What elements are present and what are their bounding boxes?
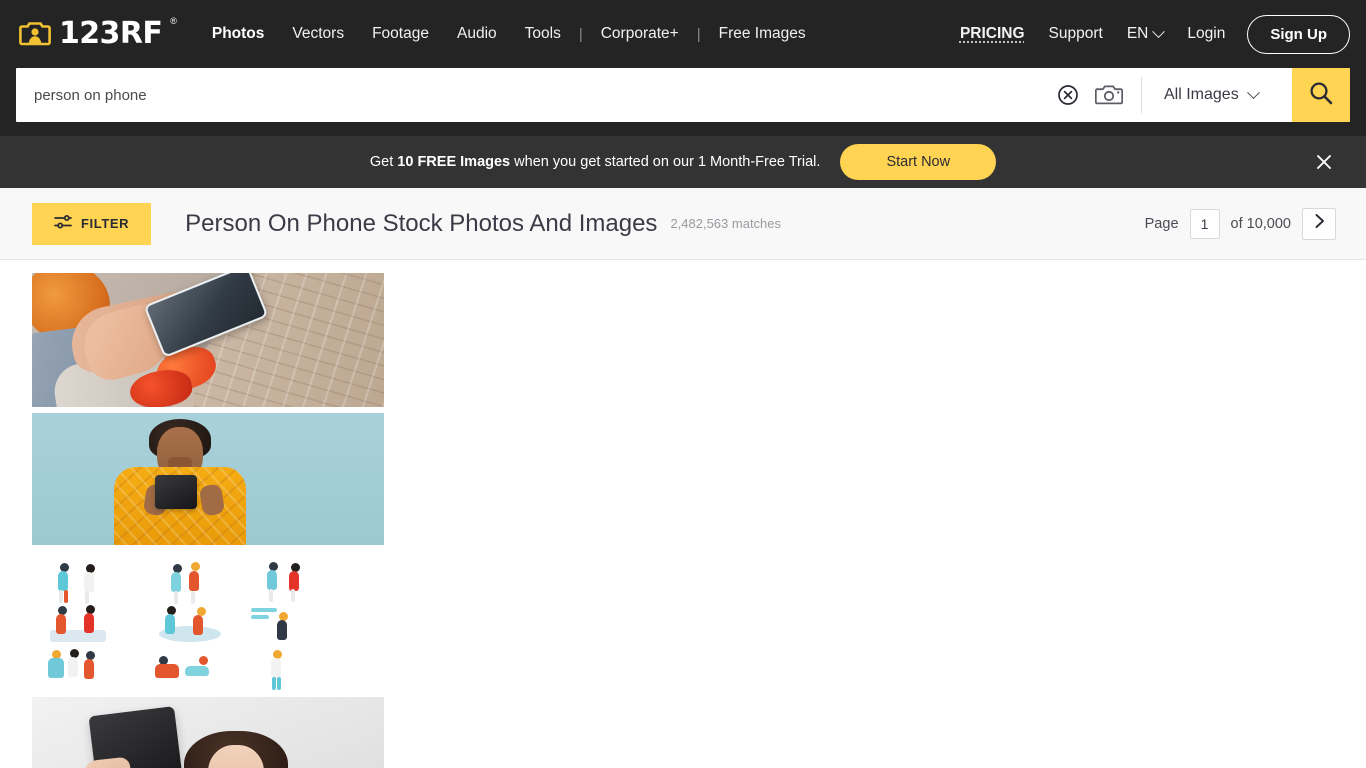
search-icon [1308,80,1334,111]
search-bar-icons [1051,68,1141,122]
search-section: All Images [0,68,1366,136]
top-navigation-bar: 123RF ® Photos Vectors Footage Audio Too… [0,0,1366,68]
result-thumbnail-4[interactable] [32,697,384,768]
vector-figure [145,600,246,643]
nav-item-corporate[interactable]: Corporate+ [587,19,693,49]
sign-up-button[interactable]: Sign Up [1247,14,1350,54]
language-selector[interactable]: EN [1115,19,1176,49]
nav-item-tools[interactable]: Tools [511,19,575,49]
account-nav: PRICING Support EN Login Sign Up [948,14,1350,54]
match-count: 2,482,563 matches [670,216,782,231]
nav-item-pricing[interactable]: PRICING [948,19,1037,49]
brand-trademark: ® [170,16,177,26]
nav-item-audio[interactable]: Audio [443,19,511,49]
filter-button-label: FILTER [81,216,130,231]
results-column-1 [32,273,384,768]
nav-item-footage[interactable]: Footage [358,19,443,49]
language-label: EN [1126,25,1149,42]
result-thumbnail-1[interactable] [32,273,384,407]
promo-message: Get 10 FREE Images when you get started … [370,154,821,170]
search-category-label: All Images [1164,86,1239,103]
vector-figure [145,644,246,685]
pagination: Page of 10,000 [1144,207,1336,240]
nav-separator-2: | [696,25,701,43]
nav-item-photos[interactable]: Photos [198,19,279,49]
nav-item-vectors[interactable]: Vectors [278,19,358,49]
page-title: Person On Phone Stock Photos And Images [185,209,658,237]
start-now-button[interactable]: Start Now [840,144,997,180]
vector-figure [42,557,143,604]
nav-item-support[interactable]: Support [1037,19,1115,49]
promo-suffix: when you get started on our 1 Month-Free… [510,154,821,170]
chevron-right-icon [1313,213,1326,234]
chevron-down-icon [1152,24,1166,38]
vector-figure [42,600,143,643]
vector-figure [145,557,246,604]
search-category-dropdown[interactable]: All Images [1142,68,1292,122]
nav-item-login[interactable]: Login [1175,19,1237,49]
promo-prefix: Get [369,154,398,170]
promo-highlight: 10 FREE Images [397,154,511,170]
nav-item-free-images[interactable]: Free Images [705,19,820,49]
chevron-down-icon [1246,85,1260,99]
vector-figure [42,644,143,685]
results-toolbar: FILTER Person On Phone Stock Photos And … [0,188,1366,260]
clear-circle-icon[interactable] [1057,84,1079,106]
result-thumbnail-3[interactable] [32,551,384,691]
camera-person-icon [18,17,52,51]
brand-logo[interactable]: 123RF ® [18,16,177,51]
search-submit-button[interactable] [1292,68,1350,122]
pagination-label: Page [1144,215,1179,232]
vector-figure [247,600,348,641]
camera-search-icon[interactable] [1095,83,1123,107]
vector-figure [247,644,348,690]
thumbnail-art [155,475,198,509]
brand-wordmark: 123RF [59,16,163,51]
tune-sliders-icon [54,214,72,233]
thumbnail-art [32,551,384,691]
search-input[interactable] [16,68,1051,122]
filter-button[interactable]: FILTER [32,202,152,245]
pagination-total: of 10,000 [1230,215,1291,232]
nav-separator-1: | [578,25,583,43]
page-number-input[interactable] [1189,208,1220,239]
main-nav-links: Photos Vectors Footage Audio Tools | Cor… [198,19,820,49]
vector-figure [247,557,348,602]
close-icon[interactable] [1312,150,1336,174]
results-grid [0,260,1366,768]
next-page-button[interactable] [1302,207,1336,240]
search-bar: All Images [16,68,1350,122]
promo-banner: Get 10 FREE Images when you get started … [0,136,1366,188]
result-thumbnail-2[interactable] [32,413,384,545]
